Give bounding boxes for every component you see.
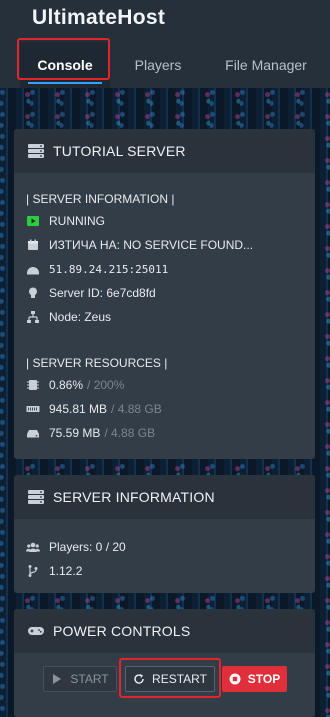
app-title: UltimateHost [32, 6, 166, 29]
server-resources-label: | SERVER RESOURCES | [26, 356, 168, 370]
tab-bar: Console Players File Manager [0, 42, 330, 88]
start-button[interactable]: START [43, 666, 117, 692]
tab-players[interactable]: Players [120, 42, 196, 88]
top-bar: UltimateHost Console Players File Manage… [0, 0, 330, 88]
memory-row: 945.81 MB / 4.88 GB [26, 397, 303, 421]
players-count: Players: 0 / 20 [49, 540, 126, 554]
node-name: Node: Zeus [49, 310, 112, 324]
server-stack-icon [27, 489, 45, 505]
expiry-row: ИЗТИЧА НА: NO SERVICE FOUND... [26, 233, 303, 257]
play-status-icon [26, 214, 40, 228]
hard-drive-icon [26, 426, 40, 440]
expiry-text: ИЗТИЧА НА: NO SERVICE FOUND... [49, 238, 254, 252]
restart-button-label: RESTART [152, 672, 207, 686]
network-dome-icon [26, 262, 40, 276]
address-row: 51.89.24.215:25011 [26, 257, 303, 281]
cpu-limit: / 200% [87, 378, 125, 392]
stop-circle-icon [229, 673, 241, 685]
stop-button[interactable]: STOP [222, 666, 287, 692]
power-controls-card: POWER CONTROLS [14, 609, 315, 717]
tab-console[interactable]: Console [20, 42, 110, 88]
memory-usage: 945.81 MB [49, 402, 108, 416]
gamepad-icon [27, 623, 45, 639]
status-text: RUNNING [49, 214, 105, 228]
node-row: Node: Zeus [26, 305, 303, 329]
server-id: Server ID: 6e7cd8fd [49, 286, 156, 300]
cpu-chip-icon [26, 378, 40, 392]
memory-limit: / 4.88 GB [111, 402, 162, 416]
version-row: 1.12.2 [26, 559, 303, 583]
cpu-row: 0.86% / 200% [26, 373, 303, 397]
server-id-row: Server ID: 6e7cd8fd [26, 281, 303, 305]
restart-icon [133, 673, 145, 685]
server-info-label: | SERVER INFORMATION | [26, 192, 175, 206]
card-title: TUTORIAL SERVER [53, 143, 186, 159]
tutorial-server-card: TUTORIAL SERVER | SERVER INFORMATION | R… [14, 129, 315, 459]
cpu-usage: 0.86% [49, 378, 84, 392]
card-header: POWER CONTROLS [14, 609, 315, 653]
card-header: TUTORIAL SERVER [14, 129, 315, 173]
code-branch-icon [26, 564, 40, 578]
server-stack-icon [27, 143, 45, 159]
players-row: Players: 0 / 20 [25, 535, 303, 559]
server-version: 1.12.2 [49, 564, 83, 578]
card-header: SERVER INFORMATION [14, 475, 315, 519]
card-title: POWER CONTROLS [53, 623, 191, 639]
users-icon [25, 540, 41, 554]
play-icon [51, 673, 63, 685]
status-row: RUNNING [26, 209, 303, 233]
tab-file-manager[interactable]: File Manager [212, 42, 320, 88]
disk-row: 75.59 MB / 4.88 GB [26, 421, 303, 445]
disk-limit: / 4.88 GB [104, 426, 156, 440]
memory-icon [26, 402, 40, 416]
calendar-icon [26, 238, 40, 252]
server-information-card: SERVER INFORMATION Players: 0 / 20 1.12.… [14, 475, 315, 593]
disk-usage: 75.59 MB [49, 426, 101, 440]
start-button-label: START [70, 672, 109, 686]
server-address[interactable]: 51.89.24.215:25011 [49, 263, 168, 276]
restart-button[interactable]: RESTART [125, 666, 215, 692]
lightbulb-icon [26, 286, 40, 300]
stop-button-label: STOP [247, 672, 281, 686]
card-title: SERVER INFORMATION [53, 489, 215, 505]
sitemap-icon [26, 310, 40, 324]
